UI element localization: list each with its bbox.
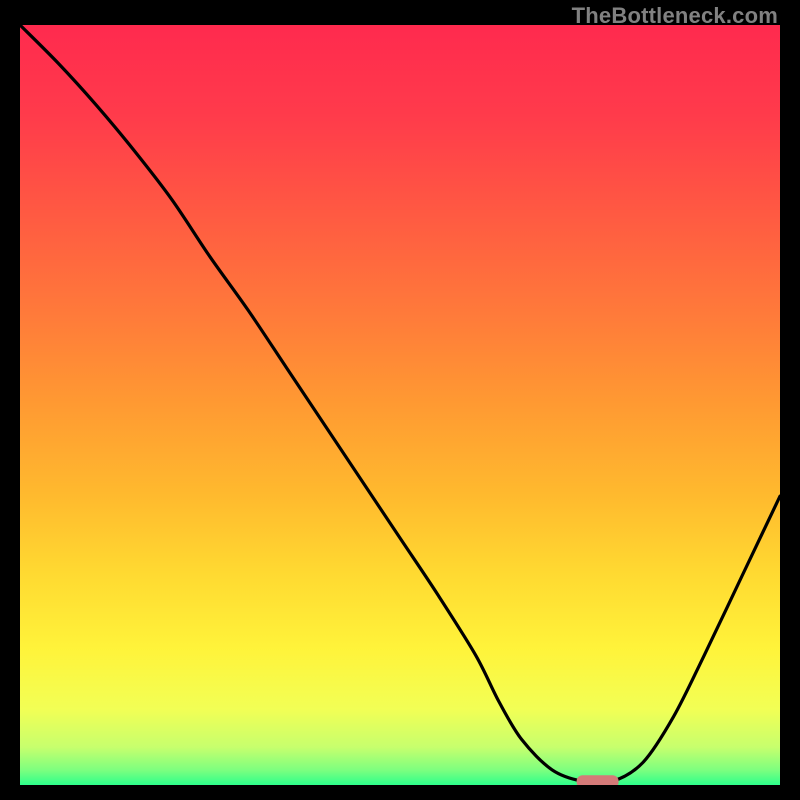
- chart-frame: [20, 25, 780, 785]
- chart-svg: [20, 25, 780, 785]
- chart-background: [20, 25, 780, 785]
- optimum-marker: [577, 775, 619, 785]
